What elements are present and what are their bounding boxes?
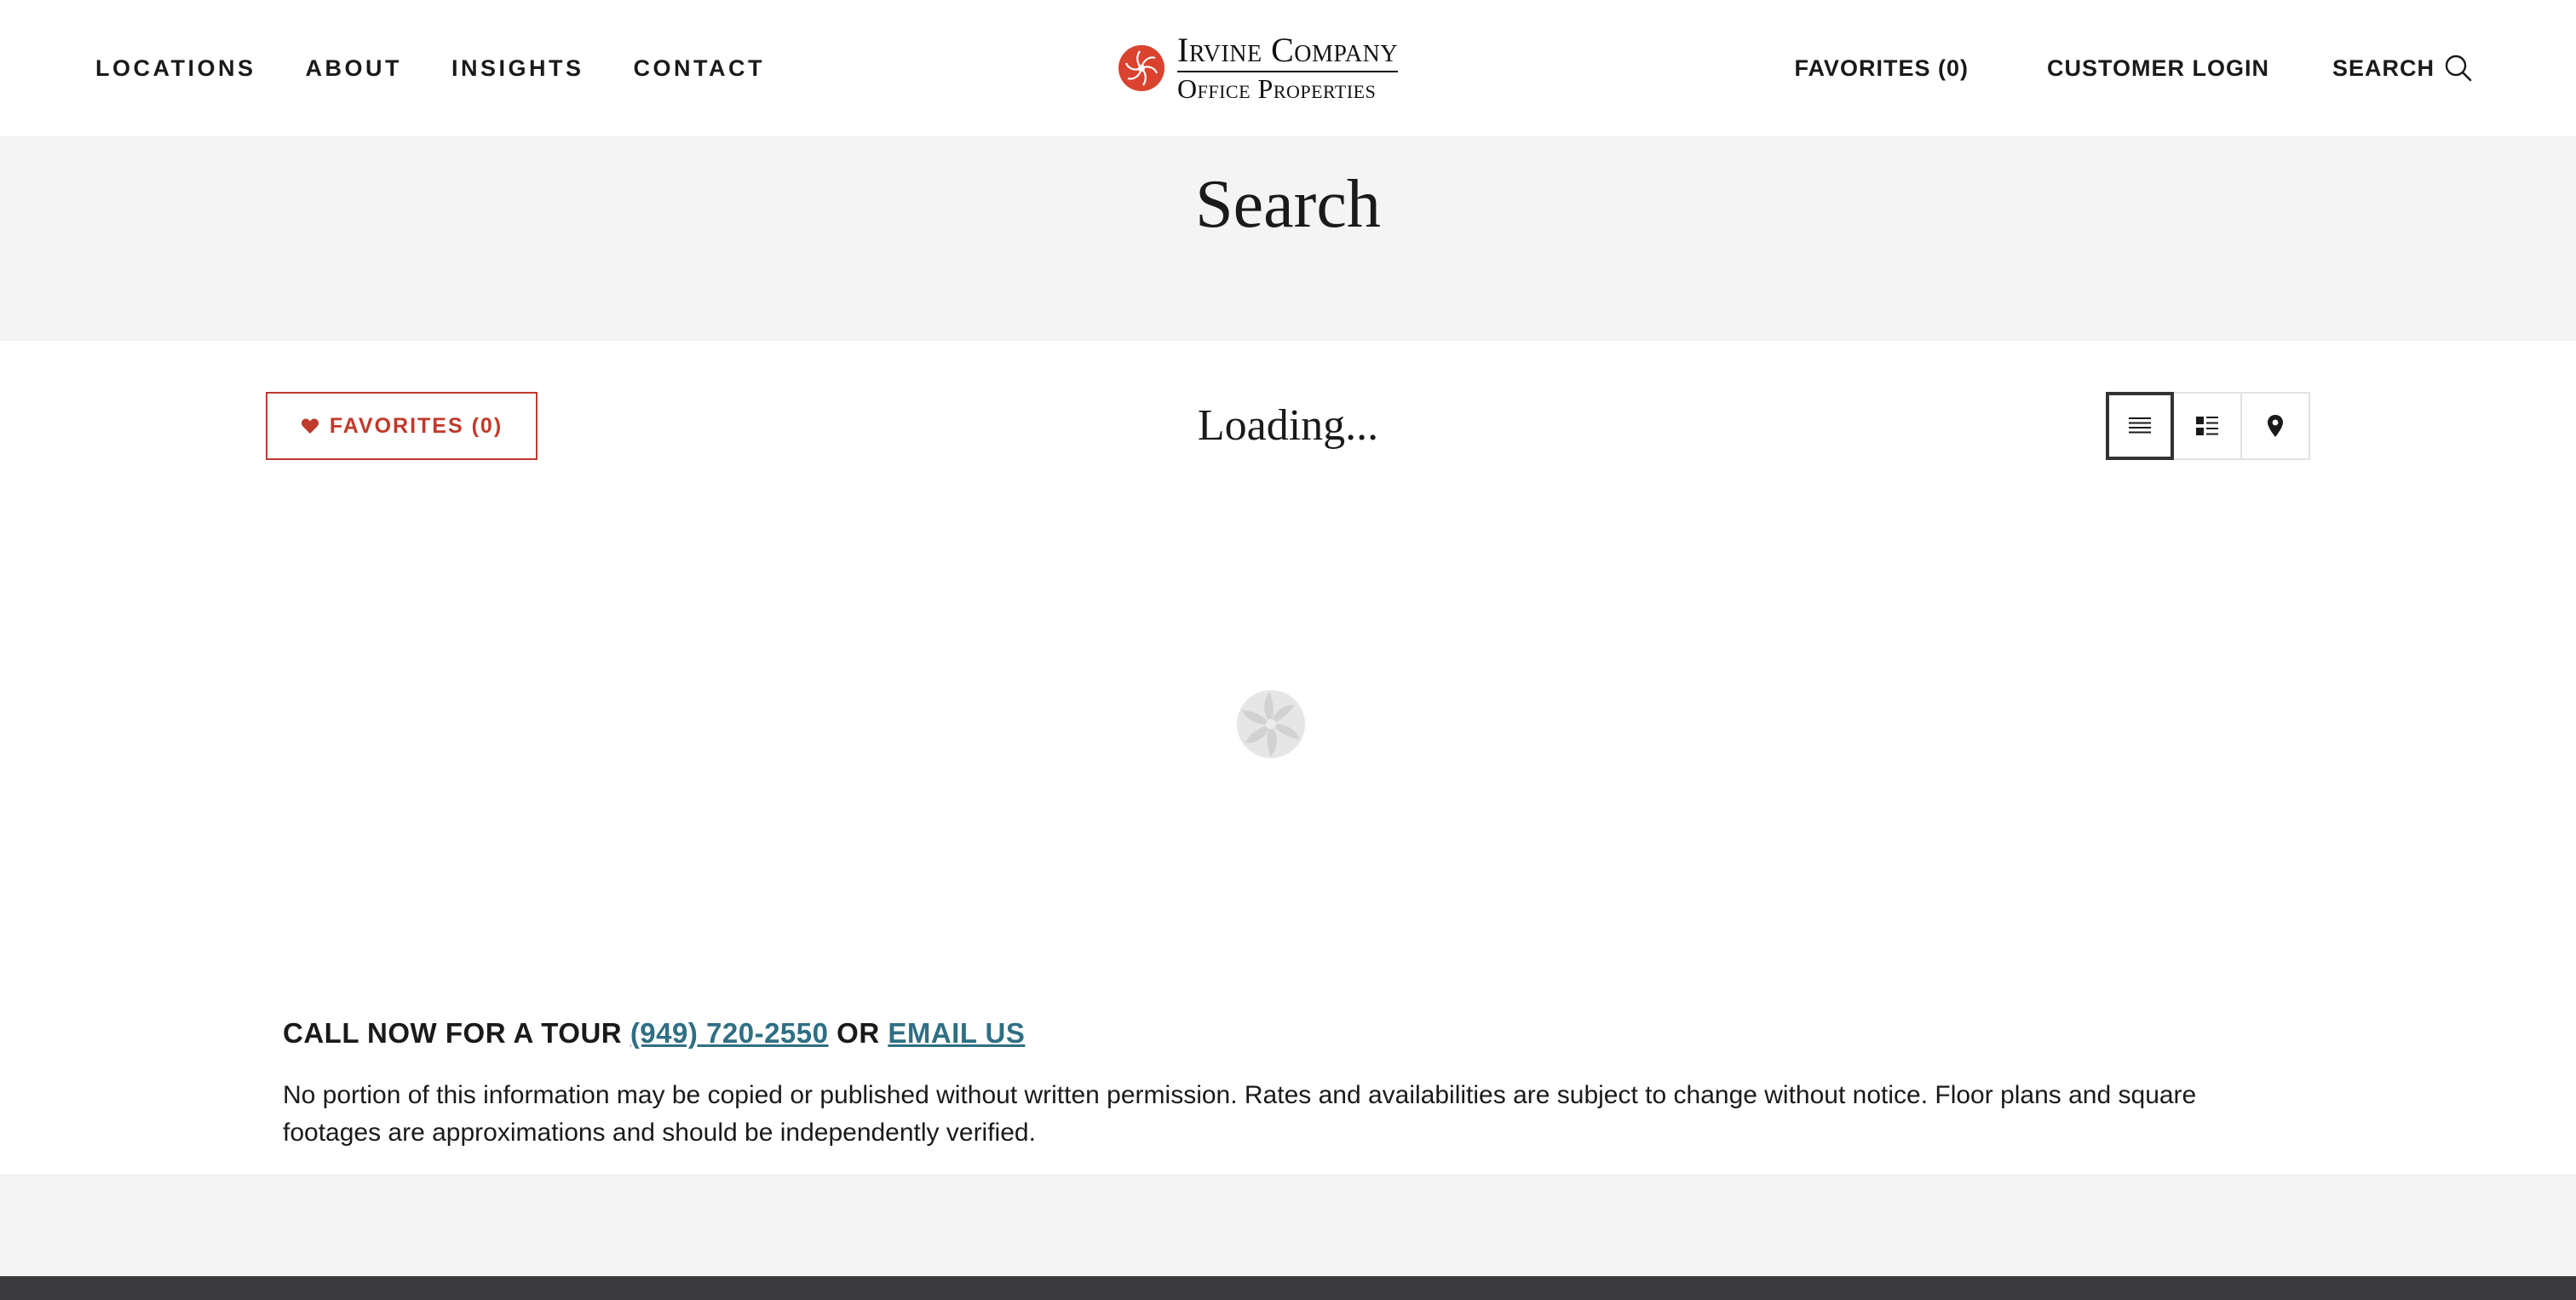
- footer-dark-bar: [0, 1276, 2576, 1300]
- customer-login-link[interactable]: CUSTOMER LOGIN: [2047, 55, 2269, 82]
- footer-band: [0, 1174, 2576, 1276]
- cta-or: OR: [837, 1017, 880, 1049]
- site-header: LOCATIONS ABOUT INSIGHTS CONTACT Irvine …: [0, 0, 2576, 136]
- nav-locations[interactable]: LOCATIONS: [95, 55, 256, 82]
- disclaimer-text: No portion of this information may be co…: [283, 1081, 2197, 1147]
- site-logo[interactable]: Irvine Company Office Properties: [1118, 32, 1458, 104]
- search-icon: [2445, 55, 2472, 82]
- page-title: Search: [1195, 167, 1381, 242]
- phone-link[interactable]: (949) 720-2550: [630, 1017, 829, 1049]
- view-toggle: [2106, 392, 2310, 460]
- map-view-button[interactable]: [2242, 392, 2310, 460]
- nav-insights[interactable]: INSIGHTS: [451, 55, 584, 82]
- cta-prefix: CALL NOW FOR A TOUR: [283, 1017, 623, 1049]
- tour-cta: CALL NOW FOR A TOUR (949) 720-2550 OR EM…: [283, 1017, 1025, 1050]
- nav-about[interactable]: ABOUT: [306, 55, 403, 82]
- header-favorites-link[interactable]: FAVORITES (0): [1794, 55, 1969, 82]
- header-search-link[interactable]: SEARCH: [2332, 52, 2474, 84]
- list-view-button[interactable]: [2106, 392, 2174, 460]
- primary-nav: LOCATIONS ABOUT INSIGHTS CONTACT: [95, 0, 765, 136]
- logo-line-2: Office Properties: [1177, 73, 1377, 104]
- search-link-label: SEARCH: [2332, 55, 2435, 81]
- logo-line-1: Irvine Company: [1177, 32, 1399, 72]
- list-icon: [2129, 417, 2151, 434]
- detail-list-view-button[interactable]: [2174, 392, 2242, 460]
- detail-list-icon: [2196, 417, 2218, 435]
- page-title-band: Search: [0, 136, 2576, 341]
- nav-contact[interactable]: CONTACT: [634, 55, 765, 82]
- loading-spinner-icon: [1237, 690, 1305, 758]
- email-us-link[interactable]: EMAIL US: [888, 1017, 1025, 1049]
- sunburst-logo-icon: [1118, 45, 1164, 91]
- map-pin-icon: [2268, 415, 2283, 437]
- utility-nav: FAVORITES (0) CUSTOMER LOGIN SEARCH: [1794, 0, 2474, 136]
